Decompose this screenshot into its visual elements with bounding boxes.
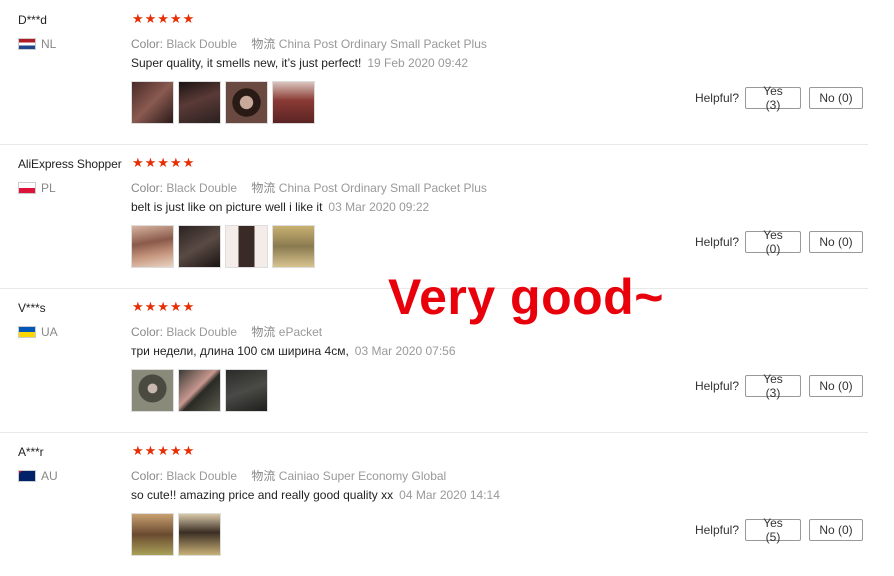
review-photo-thumbnail[interactable]	[131, 513, 174, 556]
review-item: D***d NL ★★★★★ Color: Black Double 物流 Ch…	[0, 0, 868, 145]
country-code: PL	[41, 181, 56, 195]
review-text: Super quality, it smells new, it’s just …	[131, 56, 362, 70]
helpful-label: Helpful?	[694, 91, 739, 105]
review-photo-thumbnail[interactable]	[178, 225, 221, 268]
review-photo-thumbnail[interactable]	[225, 81, 268, 124]
helpful-no-button[interactable]: No (0)	[809, 519, 863, 541]
helpful-label: Helpful?	[694, 379, 739, 393]
helpful-votes: Helpful? Yes (3) No (0)	[694, 372, 863, 400]
logistics-label: 物流	[251, 37, 276, 51]
review-photos	[131, 513, 221, 556]
color-value: Black Double	[166, 469, 238, 483]
australia-flag-icon	[18, 470, 36, 482]
review-text-line: so cute!! amazing price and really good …	[131, 488, 500, 502]
helpful-no-button[interactable]: No (0)	[809, 375, 863, 397]
helpful-label: Helpful?	[694, 523, 739, 537]
review-date: 03 Mar 2020 09:22	[328, 200, 430, 214]
review-text-line: три недели, длина 100 см ширина 4см, 03 M…	[131, 344, 456, 358]
order-attributes: Color: Black Double 物流 China Post Ordina…	[131, 179, 487, 196]
review-photos	[131, 225, 315, 268]
poland-flag-icon	[18, 182, 36, 194]
reviewer-country: NL	[18, 37, 56, 51]
review-text: belt is just like on picture well i like…	[131, 200, 323, 214]
country-code: NL	[41, 37, 57, 51]
color-label: Color:	[131, 469, 164, 483]
reviewer-country: AU	[18, 469, 58, 483]
helpful-votes: Helpful? Yes (0) No (0)	[694, 228, 863, 256]
country-code: AU	[41, 469, 58, 483]
reviewer-name: AliExpress Shopper	[18, 157, 122, 171]
helpful-yes-button[interactable]: Yes (3)	[745, 372, 801, 400]
order-attributes: Color: Black Double 物流 Cainiao Super Eco…	[131, 467, 446, 484]
logistics-value: China Post Ordinary Small Packet Plus	[278, 181, 487, 195]
helpful-yes-button[interactable]: Yes (0)	[745, 228, 801, 256]
star-rating: ★★★★★	[132, 299, 196, 314]
review-photos	[131, 369, 268, 412]
review-photo-thumbnail[interactable]	[131, 225, 174, 268]
star-rating: ★★★★★	[132, 11, 196, 26]
reviewer-country: PL	[18, 181, 56, 195]
reviewer-name: V***s	[18, 301, 46, 315]
ukraine-flag-icon	[18, 326, 36, 338]
review-photo-thumbnail[interactable]	[178, 513, 221, 556]
review-photo-thumbnail[interactable]	[225, 225, 268, 268]
review-text-line: Super quality, it smells new, it’s just …	[131, 56, 468, 70]
logistics-value: China Post Ordinary Small Packet Plus	[278, 37, 487, 51]
country-code: UA	[41, 325, 58, 339]
reviewer-name: A***r	[18, 445, 44, 459]
color-label: Color:	[131, 37, 164, 51]
reviewer-country: UA	[18, 325, 58, 339]
review-photo-thumbnail[interactable]	[178, 81, 221, 124]
review-date: 03 Mar 2020 07:56	[354, 344, 456, 358]
review-date: 04 Mar 2020 14:14	[399, 488, 500, 502]
helpful-yes-button[interactable]: Yes (5)	[745, 516, 801, 544]
color-value: Black Double	[166, 37, 238, 51]
color-label: Color:	[131, 325, 164, 339]
reviewer-name: D***d	[18, 13, 47, 27]
review-date: 19 Feb 2020 09:42	[367, 56, 469, 70]
color-label: Color:	[131, 181, 164, 195]
logistics-value: ePacket	[278, 325, 323, 339]
review-text-line: belt is just like on picture well i like…	[131, 200, 429, 214]
helpful-label: Helpful?	[694, 235, 739, 249]
color-value: Black Double	[166, 181, 238, 195]
order-attributes: Color: Black Double 物流 ePacket	[131, 323, 322, 340]
logistics-label: 物流	[251, 325, 276, 339]
helpful-no-button[interactable]: No (0)	[809, 231, 863, 253]
netherlands-flag-icon	[18, 38, 36, 50]
overlay-caption: Very good~	[388, 269, 664, 325]
review-photo-thumbnail[interactable]	[178, 369, 221, 412]
review-photo-thumbnail[interactable]	[272, 81, 315, 124]
logistics-value: Cainiao Super Economy Global	[278, 469, 447, 483]
review-photos	[131, 81, 315, 124]
color-value: Black Double	[166, 325, 238, 339]
review-photo-thumbnail[interactable]	[225, 369, 268, 412]
review-photo-thumbnail[interactable]	[131, 81, 174, 124]
helpful-votes: Helpful? Yes (3) No (0)	[694, 84, 863, 112]
order-attributes: Color: Black Double 物流 China Post Ordina…	[131, 35, 487, 52]
review-photo-thumbnail[interactable]	[272, 225, 315, 268]
helpful-votes: Helpful? Yes (5) No (0)	[694, 516, 863, 544]
review-photo-thumbnail[interactable]	[131, 369, 174, 412]
helpful-no-button[interactable]: No (0)	[809, 87, 863, 109]
logistics-label: 物流	[251, 181, 276, 195]
star-rating: ★★★★★	[132, 443, 196, 458]
helpful-yes-button[interactable]: Yes (3)	[745, 84, 801, 112]
review-item: A***r AU ★★★★★ Color: Black Double 物流 Ca…	[0, 432, 868, 576]
review-text: три недели, длина 100 см ширина 4см,	[131, 344, 349, 358]
star-rating: ★★★★★	[132, 155, 196, 170]
review-text: so cute!! amazing price and really good …	[131, 488, 394, 502]
logistics-label: 物流	[251, 469, 276, 483]
